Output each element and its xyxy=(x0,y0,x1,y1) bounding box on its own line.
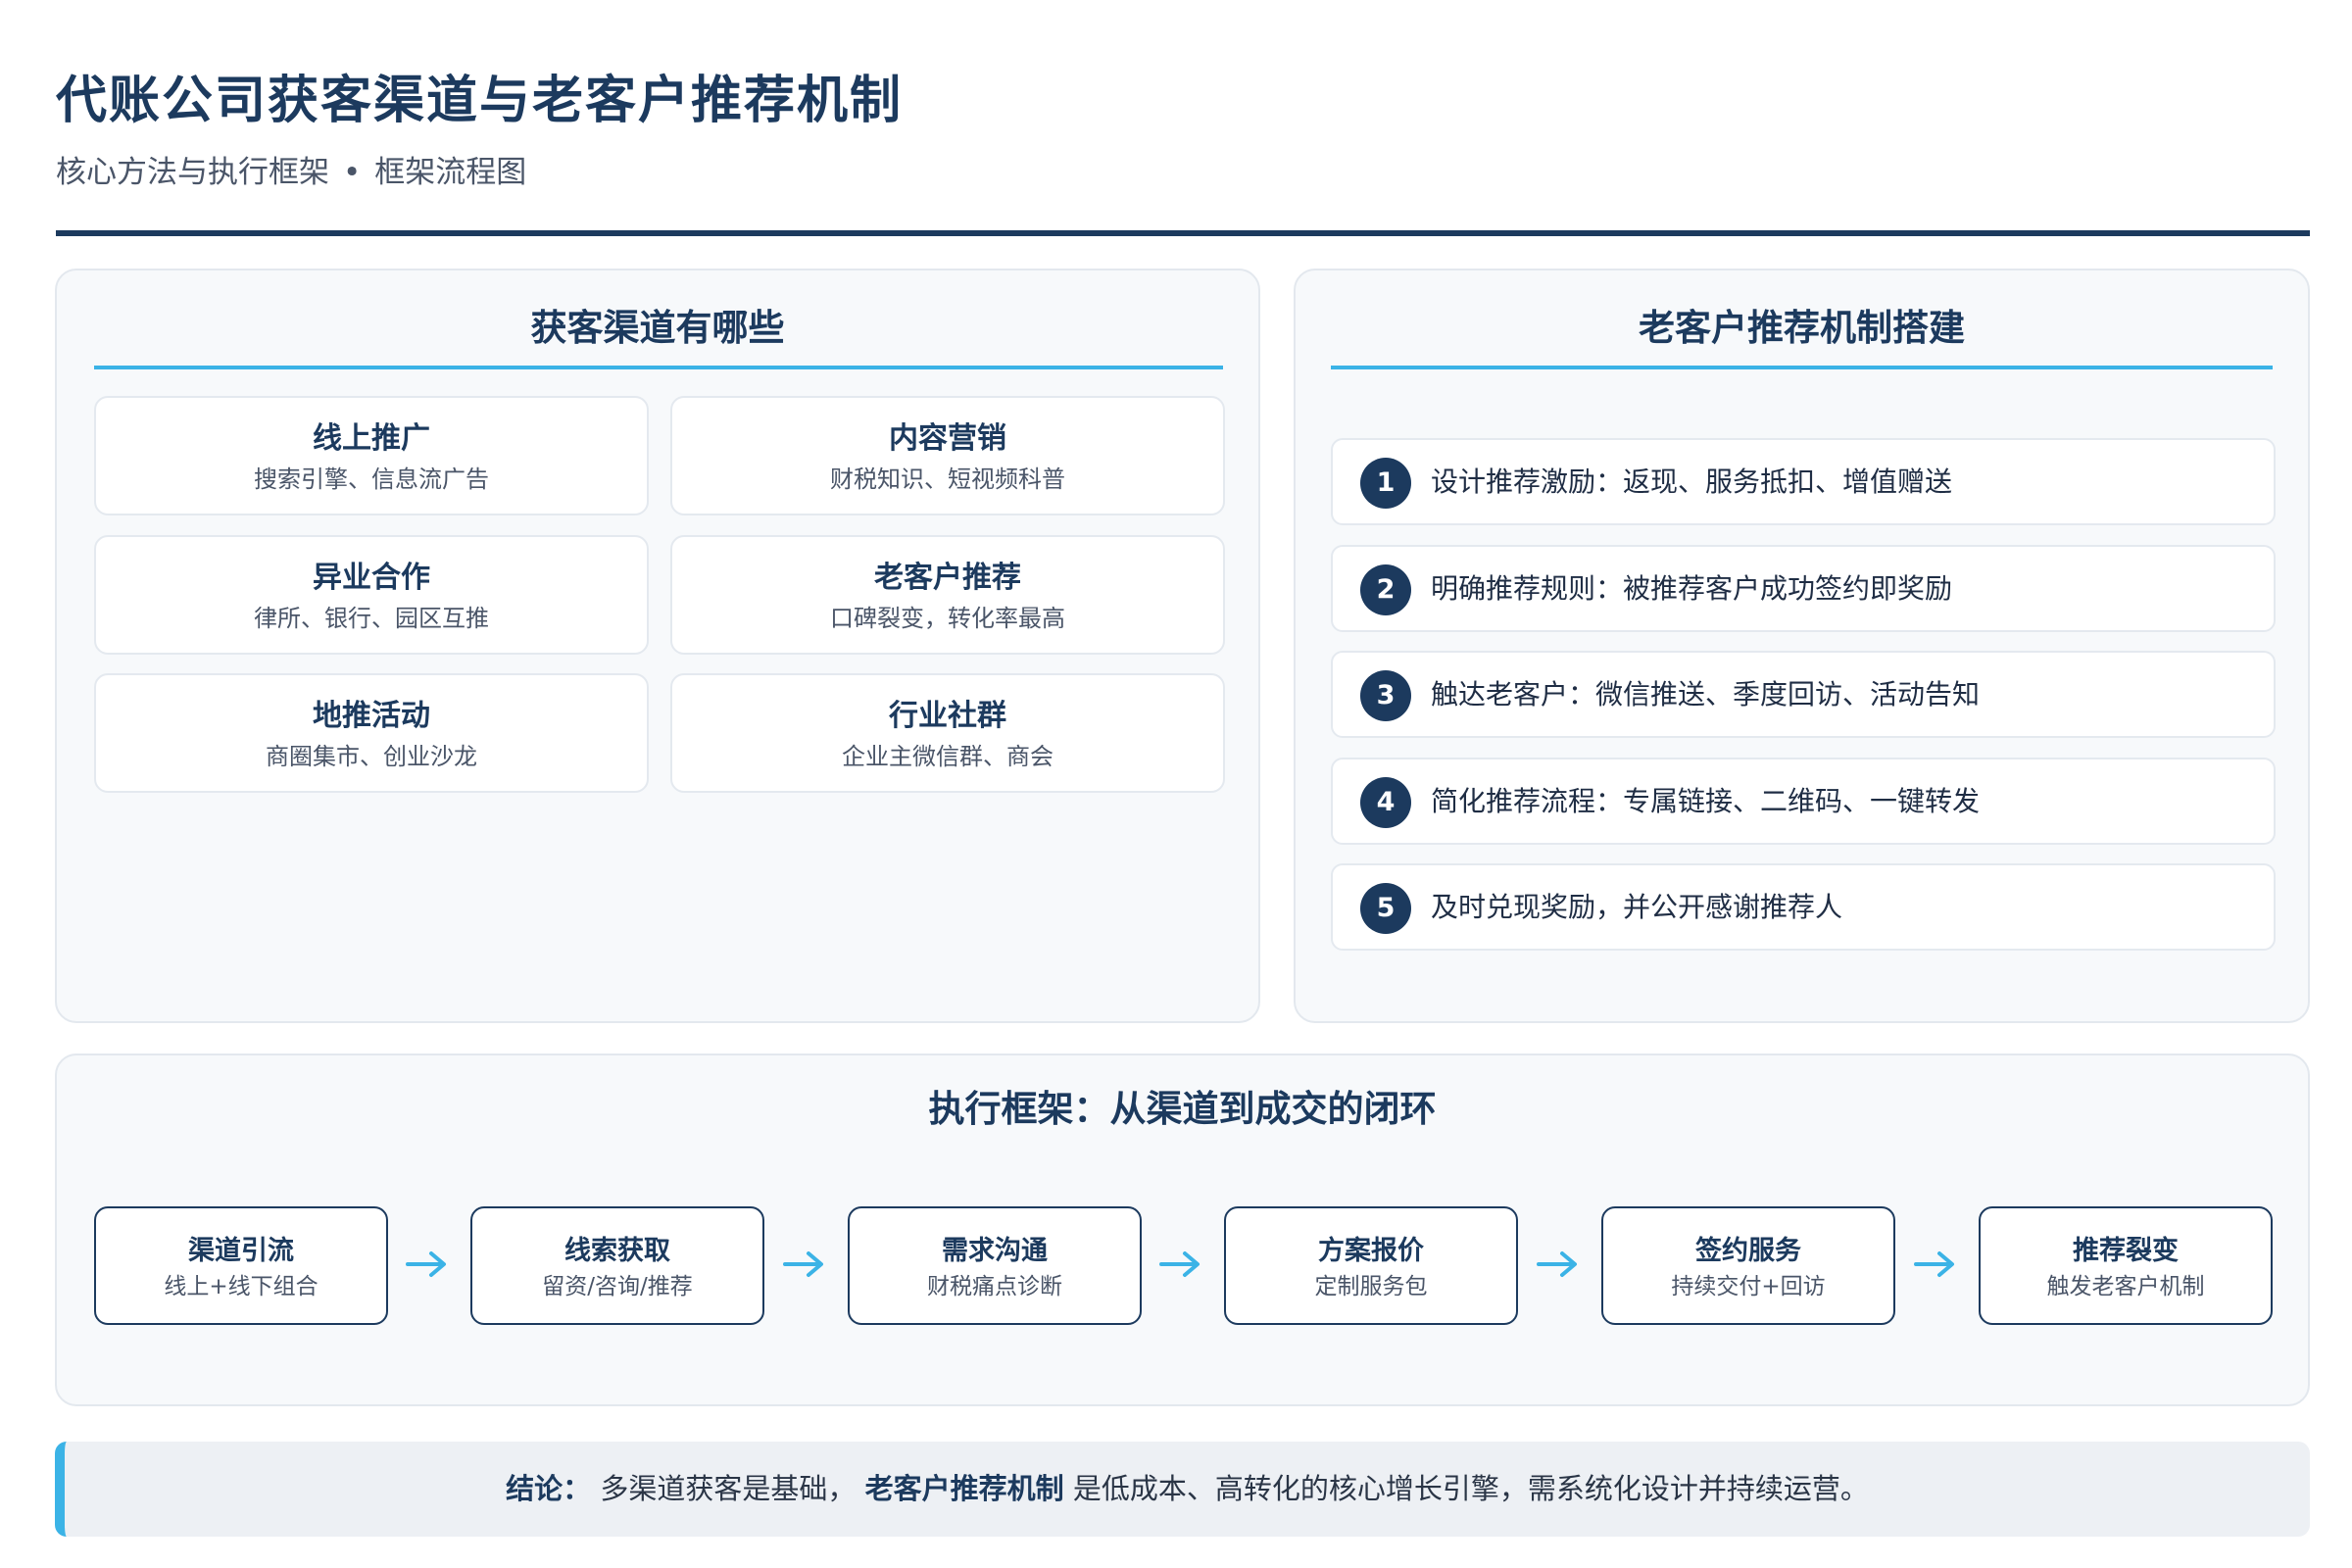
flow-node-name: 线索获取 xyxy=(564,1236,670,1266)
channel-card: 地推活动 商圈集市、创业沙龙 xyxy=(94,673,649,793)
flow-node-desc: 定制服务包 xyxy=(1314,1274,1428,1299)
subtitle-separator: • xyxy=(343,155,362,190)
flow-node-desc: 持续交付+回访 xyxy=(1671,1274,1826,1299)
step-text: 触达老客户：微信推送、季度回访、活动告知 xyxy=(1431,678,1981,710)
channel-card: 行业社群 企业主微信群、商会 xyxy=(670,673,1225,793)
flow-node: 渠道引流 线上+线下组合 xyxy=(94,1206,388,1325)
channel-card: 老客户推荐 口碑裂变，转化率最高 xyxy=(670,535,1225,655)
subtitle-left: 核心方法与执行框架 xyxy=(56,155,329,190)
step-number-badge: 4 xyxy=(1360,777,1411,828)
channel-card: 内容营销 财税知识、短视频科普 xyxy=(670,396,1225,515)
step-number-badge: 1 xyxy=(1360,458,1411,509)
flow-node-desc: 线上+线下组合 xyxy=(164,1274,318,1299)
referral-title-underline xyxy=(1331,366,2273,369)
channel-desc: 口碑裂变，转化率最高 xyxy=(830,605,1065,632)
referral-step: 4 简化推荐流程：专属链接、二维码、一键转发 xyxy=(1331,758,2276,845)
step-text: 明确推荐规则：被推荐客户成功签约即奖励 xyxy=(1431,572,1953,605)
step-number-badge: 2 xyxy=(1360,564,1411,615)
channel-card: 异业合作 律所、银行、园区互推 xyxy=(94,535,649,655)
right-arrow-icon xyxy=(1159,1251,1200,1277)
flow-node-name: 需求沟通 xyxy=(942,1236,1048,1266)
header-divider xyxy=(56,230,2310,236)
execution-flow-panel: 执行框架：从渠道到成交的闭环 渠道引流 线上+线下组合 线索获取 留资/咨询/推… xyxy=(55,1054,2310,1406)
flow-node-name: 签约服务 xyxy=(1695,1236,1801,1266)
channel-name: 老客户推荐 xyxy=(874,561,1021,595)
right-arrow-icon xyxy=(1914,1251,1954,1277)
step-number-badge: 5 xyxy=(1360,883,1411,934)
step-text: 设计推荐激励：返现、服务抵扣、增值赠送 xyxy=(1431,466,1953,498)
referral-panel-title: 老客户推荐机制搭建 xyxy=(1639,307,1965,349)
flow-node-desc: 留资/咨询/推荐 xyxy=(542,1274,693,1299)
conclusion-emphasis: 老客户推荐机制 xyxy=(864,1472,1064,1505)
channel-desc: 财税知识、短视频科普 xyxy=(830,466,1065,493)
channels-panel-title: 获客渠道有哪些 xyxy=(530,307,785,349)
flow-node-desc: 财税痛点诊断 xyxy=(927,1274,1062,1299)
referral-step: 3 触达老客户：微信推送、季度回访、活动告知 xyxy=(1331,651,2276,738)
channel-desc: 企业主微信群、商会 xyxy=(842,743,1054,770)
step-number-badge: 3 xyxy=(1360,670,1411,721)
flow-node-name: 推荐裂变 xyxy=(2073,1236,2179,1266)
channel-name: 内容营销 xyxy=(889,421,1006,456)
referral-panel: 老客户推荐机制搭建 1 设计推荐激励：返现、服务抵扣、增值赠送 2 明确推荐规则… xyxy=(1294,269,2310,1023)
channels-title-underline xyxy=(94,366,1223,369)
page-title: 代账公司获客渠道与老客户推荐机制 xyxy=(56,72,904,130)
flow-node: 签约服务 持续交付+回访 xyxy=(1601,1206,1895,1325)
subtitle-right: 框架流程图 xyxy=(374,155,527,190)
channel-card: 线上推广 搜索引擎、信息流广告 xyxy=(94,396,649,515)
flow-node: 需求沟通 财税痛点诊断 xyxy=(848,1206,1142,1325)
conclusion-label: 结论： xyxy=(506,1472,592,1505)
flow-node: 线索获取 留资/咨询/推荐 xyxy=(470,1206,764,1325)
flow-node-name: 渠道引流 xyxy=(188,1236,294,1266)
page-subtitle: 核心方法与执行框架 • 框架流程图 xyxy=(56,151,2310,194)
conclusion-bar: 结论： 多渠道获客是基础， 老客户推荐机制 是低成本、高转化的核心增长引擎，需系… xyxy=(55,1442,2310,1537)
right-arrow-icon xyxy=(406,1251,446,1277)
referral-step: 5 及时兑现奖励，并公开感谢推荐人 xyxy=(1331,863,2276,951)
conclusion-text-after: 是低成本、高转化的核心增长引擎，需系统化设计并持续运营。 xyxy=(1072,1472,1869,1505)
channels-panel: 获客渠道有哪些 线上推广 搜索引擎、信息流广告 内容营销 财税知识、短视频科普 … xyxy=(55,269,1260,1023)
flow-node-name: 方案报价 xyxy=(1318,1236,1424,1266)
channel-desc: 商圈集市、创业沙龙 xyxy=(266,743,477,770)
flow-panel-title: 执行框架：从渠道到成交的闭环 xyxy=(928,1088,1437,1130)
channel-name: 地推活动 xyxy=(313,699,430,733)
channel-name: 线上推广 xyxy=(313,421,430,456)
step-text: 简化推荐流程：专属链接、二维码、一键转发 xyxy=(1431,785,1981,817)
channel-desc: 搜索引擎、信息流广告 xyxy=(254,466,489,493)
channel-name: 行业社群 xyxy=(889,699,1006,733)
step-text: 及时兑现奖励，并公开感谢推荐人 xyxy=(1431,891,1843,923)
channel-name: 异业合作 xyxy=(313,561,430,595)
flow-node: 推荐裂变 触发老客户机制 xyxy=(1979,1206,2273,1325)
page-header: 代账公司获客渠道与老客户推荐机制 核心方法与执行框架 • 框架流程图 xyxy=(56,63,2310,194)
flow-node: 方案报价 定制服务包 xyxy=(1224,1206,1518,1325)
referral-step: 1 设计推荐激励：返现、服务抵扣、增值赠送 xyxy=(1331,438,2276,525)
right-arrow-icon xyxy=(1537,1251,1577,1277)
conclusion-text-before: 多渠道获客是基础， xyxy=(600,1472,857,1505)
flow-node-desc: 触发老客户机制 xyxy=(2046,1274,2205,1299)
referral-step: 2 明确推荐规则：被推荐客户成功签约即奖励 xyxy=(1331,545,2276,632)
channel-desc: 律所、银行、园区互推 xyxy=(254,605,489,632)
right-arrow-icon xyxy=(783,1251,823,1277)
